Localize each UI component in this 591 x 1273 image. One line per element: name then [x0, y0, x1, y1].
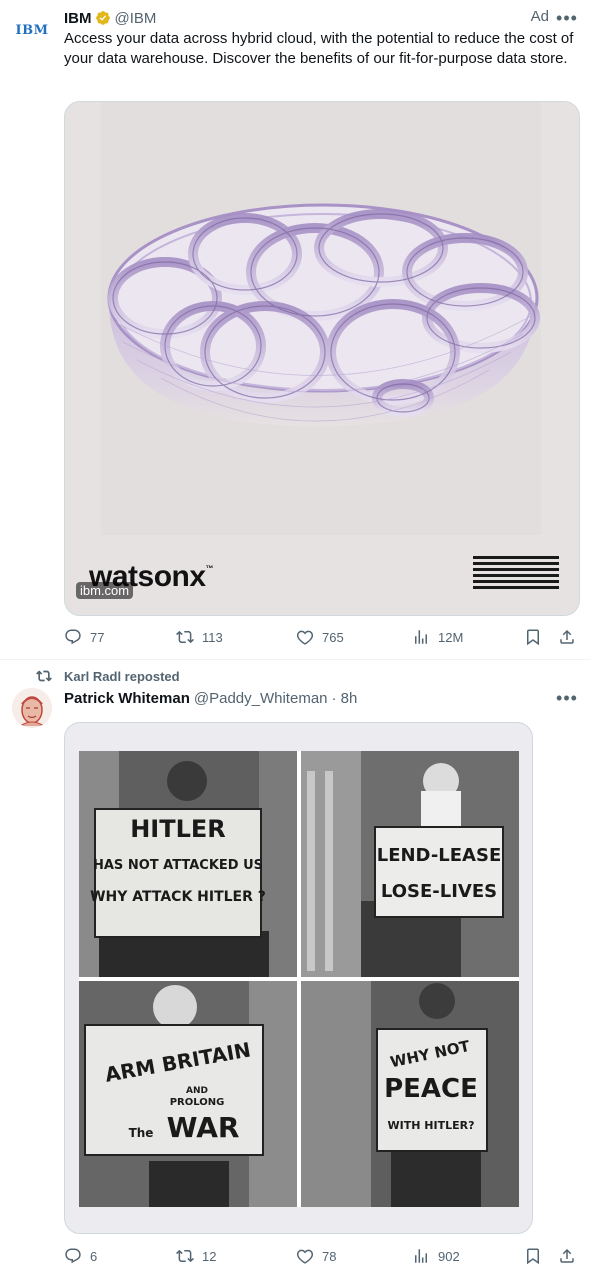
sign-text-13: WITH HITLER? — [388, 1119, 475, 1132]
views-count: 902 — [438, 1248, 460, 1264]
sign-text-9: The — [129, 1126, 154, 1140]
post-time[interactable]: · 8h — [332, 690, 358, 707]
share-icon — [560, 629, 574, 644]
verified-badge-icon[interactable] — [95, 10, 111, 26]
photo-panel-bottom-left: ARM BRITAIN AND PROLONG The WAR — [79, 981, 297, 1207]
reply-button[interactable]: 77 — [64, 628, 104, 646]
repost-button[interactable]: 113 — [176, 628, 223, 646]
link-domain[interactable]: ibm.com — [76, 582, 134, 599]
reply-count: 77 — [90, 629, 105, 645]
post-header: Patrick Whiteman @Paddy_Whiteman · 8h — [64, 688, 357, 708]
author-handle[interactable]: @Paddy_Whiteman — [194, 690, 328, 707]
views-icon — [415, 630, 427, 644]
sculpture-illustration — [101, 102, 541, 535]
views-count: 12M — [438, 629, 464, 645]
repost-context-icon — [36, 670, 52, 682]
post-image[interactable]: HITLER HAS NOT ATTACKED US WHY ATTACK HI… — [64, 722, 533, 1234]
like-count: 765 — [322, 629, 344, 645]
repost-count: 113 — [202, 629, 223, 645]
ad-image[interactable]: watsonx™ ibm.com — [64, 101, 580, 616]
reply-icon — [65, 629, 81, 645]
like-button[interactable]: 78 — [296, 1247, 336, 1265]
sign-text-5: LOSE-LIVES — [381, 881, 497, 902]
author-name[interactable]: IBM — [64, 10, 92, 27]
photo-panel-top-left: HITLER HAS NOT ATTACKED US WHY ATTACK HI… — [79, 751, 297, 977]
share-button[interactable] — [558, 628, 584, 646]
bookmark-icon — [527, 629, 539, 646]
sign-text-7: AND — [186, 1086, 208, 1096]
like-icon — [296, 1249, 314, 1264]
like-count: 78 — [322, 1248, 337, 1264]
post-actions: 6 12 78 902 — [64, 1246, 578, 1266]
post-actions: 77 113 765 12M — [64, 627, 578, 647]
sign-text-2: HAS NOT ATTACKED US — [93, 858, 263, 873]
views-button[interactable]: 902 — [412, 1247, 460, 1265]
sign-text-12: PEACE — [384, 1074, 478, 1104]
share-icon — [560, 1248, 574, 1263]
author-name[interactable]: Patrick Whiteman — [64, 690, 190, 707]
bookmark-button[interactable] — [524, 1247, 550, 1265]
reply-icon — [65, 1248, 81, 1264]
author-handle[interactable]: @IBM — [115, 10, 157, 27]
photo-grid: HITLER HAS NOT ATTACKED US WHY ATTACK HI… — [79, 751, 519, 1207]
bookmark-button[interactable] — [524, 628, 550, 646]
repost-count: 12 — [202, 1248, 217, 1264]
more-icon[interactable]: ••• — [556, 8, 577, 28]
more-icon[interactable]: ••• — [556, 688, 577, 708]
repost-icon — [176, 630, 194, 644]
sign-text-10: WAR — [167, 1111, 240, 1144]
share-button[interactable] — [558, 1247, 584, 1265]
views-button[interactable]: 12M — [412, 628, 463, 646]
post-text: Access your data across hybrid cloud, wi… — [64, 30, 574, 67]
author-avatar[interactable] — [12, 688, 52, 728]
sign-text-4: LEND-LEASE — [377, 845, 502, 866]
sign-text-8: PROLONG — [170, 1097, 225, 1108]
ibm-avatar-logo: IBM — [15, 22, 49, 38]
like-icon — [296, 630, 314, 645]
reply-count: 6 — [90, 1248, 98, 1264]
avatar-portrait — [12, 688, 52, 728]
ibm-avatar[interactable]: IBM — [12, 10, 52, 50]
views-icon — [415, 1249, 427, 1263]
repost-button[interactable]: 12 — [176, 1247, 216, 1265]
photo-panel-bottom-right: WHY NOT PEACE WITH HITLER? — [301, 981, 519, 1207]
like-button[interactable]: 765 — [296, 628, 344, 646]
ad-post[interactable]: IBM IBM @IBM Ad ••• Access your data acr… — [0, 0, 591, 660]
repost-context[interactable]: Karl Radl reposted — [36, 668, 180, 684]
ad-label: Ad — [530, 8, 549, 25]
reposted-post[interactable]: Karl Radl reposted Patrick Whiteman @Pad… — [0, 660, 591, 1273]
post-header: IBM @IBM — [64, 8, 577, 28]
repost-icon — [176, 1249, 194, 1263]
sign-text-3: WHY ATTACK HITLER ? — [90, 889, 266, 905]
repost-context-text: Karl Radl reposted — [64, 668, 180, 684]
bookmark-icon — [527, 1248, 539, 1265]
reply-button[interactable]: 6 — [64, 1247, 97, 1265]
sign-text-1: HITLER — [130, 815, 226, 843]
photo-panel-top-right: LEND-LEASE LOSE-LIVES — [301, 751, 519, 977]
ibm-logo-icon — [473, 556, 559, 589]
